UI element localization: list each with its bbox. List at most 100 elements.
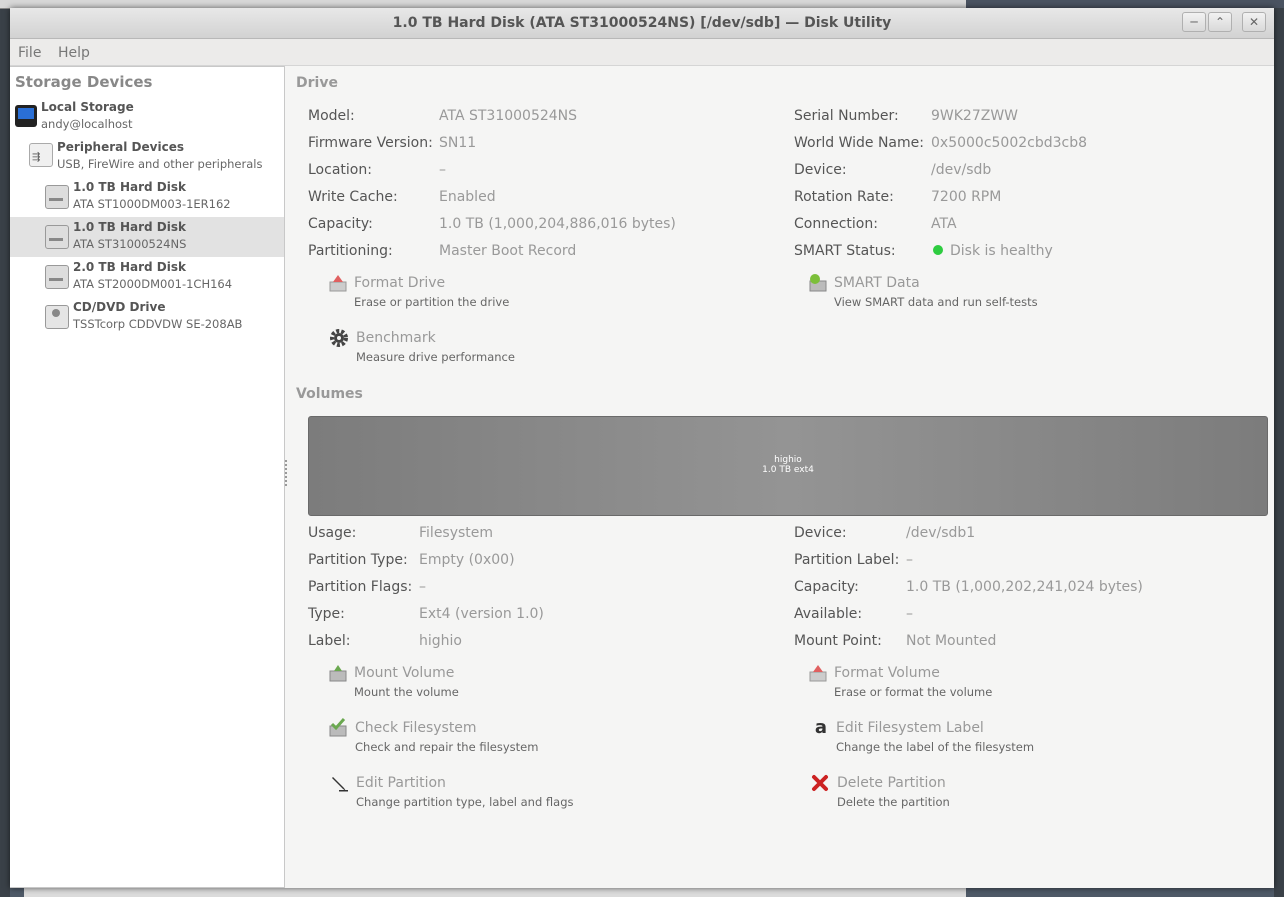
drive-rotation-value: 7200 RPM [931, 189, 1002, 205]
drive-model-label: Model: [308, 108, 355, 124]
volume-partition-bar[interactable]: highio 1.0 TB ext4 [308, 416, 1268, 516]
check-filesystem-desc: Check and repair the filesystem [355, 740, 539, 754]
hard-disk-icon [45, 185, 69, 209]
sidebar-item-sub: ATA ST2000DM001-1CH164 [73, 277, 233, 291]
volume-device-value: /dev/sdb1 [906, 525, 976, 541]
sidebar-item-peripheral-devices[interactable]: ⇶ Peripheral Devices USB, FireWire and o… [10, 137, 284, 177]
volume-bar-size: 1.0 TB ext4 [762, 465, 814, 475]
optical-drive-icon [45, 305, 69, 329]
drive-write-cache-value: Enabled [439, 189, 496, 205]
format-volume-icon [809, 665, 827, 682]
delete-partition-title: Delete Partition [837, 775, 946, 791]
format-volume-title: Format Volume [834, 665, 940, 681]
sidebar-item-disk-3[interactable]: 2.0 TB Hard Disk ATA ST2000DM001-1CH164 [10, 257, 284, 297]
sidebar-item-disk-1[interactable]: 1.0 TB Hard Disk ATA ST1000DM003-1ER162 [10, 177, 284, 217]
volume-mount-point-label: Mount Point: [794, 633, 882, 649]
volume-available-value: – [906, 606, 913, 622]
volume-label-value: highio [419, 633, 462, 649]
maximize-button[interactable]: ⌃ [1208, 12, 1232, 32]
volume-capacity-value: 1.0 TB (1,000,202,241,024 bytes) [906, 579, 1143, 595]
smart-data-icon [809, 274, 827, 292]
volume-partition-type-label: Partition Type: [308, 552, 408, 568]
drive-wwn-label: World Wide Name: [794, 135, 924, 151]
drive-connection-value: ATA [931, 216, 957, 232]
volume-label-label: Label: [308, 633, 351, 649]
volume-partition-flags-label: Partition Flags: [308, 579, 413, 595]
volume-partition-label-value: – [906, 552, 913, 568]
drive-partitioning-label: Partitioning: [308, 243, 393, 259]
mount-volume-title: Mount Volume [354, 665, 455, 681]
sidebar-item-disk-2[interactable]: 1.0 TB Hard Disk ATA ST31000524NS [10, 217, 284, 257]
usb-icon: ⇶ [29, 143, 53, 167]
volume-usage-value: Filesystem [419, 525, 494, 541]
drive-serial-value: 9WK27ZWW [931, 108, 1019, 124]
sidebar-item-sub: andy@localhost [41, 117, 133, 131]
menu-bar: File Help [10, 39, 1274, 66]
computer-icon [15, 105, 37, 127]
edit-filesystem-label-desc: Change the label of the filesystem [836, 740, 1035, 754]
sidebar-item-sub: ATA ST31000524NS [73, 237, 187, 251]
check-filesystem-title: Check Filesystem [355, 720, 477, 736]
drive-section-title: Drive [296, 75, 338, 91]
benchmark-desc: Measure drive performance [356, 350, 515, 364]
edit-filesystem-label-title: Edit Filesystem Label [836, 720, 984, 736]
drive-serial-label: Serial Number: [794, 108, 899, 124]
drive-device-label: Device: [794, 162, 847, 178]
edit-partition-desc: Change partition type, label and flags [356, 795, 574, 809]
menu-help[interactable]: Help [58, 45, 90, 61]
volume-partition-flags-value: – [419, 579, 426, 595]
sidebar-item-sub: ATA ST1000DM003-1ER162 [73, 197, 231, 211]
mount-volume-desc: Mount the volume [354, 685, 459, 699]
background-window-bottom [10, 888, 1274, 897]
smart-data-desc: View SMART data and run self-tests [834, 295, 1038, 309]
sidebar-item-sub: TSSTcorp CDDVDW SE-208AB [73, 317, 243, 331]
drive-smart-status-label: SMART Status: [794, 243, 896, 259]
drive-device-value: /dev/sdb [931, 162, 992, 178]
pane-resize-handle[interactable] [284, 458, 288, 488]
volume-available-label: Available: [794, 606, 863, 622]
minimize-button[interactable]: ─ [1182, 12, 1206, 32]
edit-partition-title: Edit Partition [356, 775, 446, 791]
volume-usage-label: Usage: [308, 525, 357, 541]
disk-utility-window: 1.0 TB Hard Disk (ATA ST31000524NS) [/de… [10, 8, 1274, 888]
volume-capacity-label: Capacity: [794, 579, 859, 595]
format-volume-desc: Erase or format the volume [834, 685, 993, 699]
drive-smart-status-value: Disk is healthy [950, 243, 1053, 259]
drive-location-value: – [439, 162, 446, 178]
healthy-status-icon [933, 245, 943, 255]
volume-type-label: Type: [308, 606, 345, 622]
volumes-section-title: Volumes [296, 386, 363, 402]
sidebar-title: Storage Devices [15, 73, 153, 91]
benchmark-title: Benchmark [356, 330, 436, 346]
drive-firmware-label: Firmware Version: [308, 135, 433, 151]
drive-wwn-value: 0x5000c5002cbd3cb8 [931, 135, 1088, 151]
close-button[interactable]: ✕ [1242, 12, 1266, 32]
volume-partition-type-value: Empty (0x00) [419, 552, 515, 568]
text-label-icon: a [814, 717, 828, 738]
menu-file[interactable]: File [18, 45, 41, 61]
storage-devices-sidebar: Storage Devices Local Storage andy@local… [10, 66, 285, 888]
drive-model-value: ATA ST31000524NS [439, 108, 578, 124]
pencil-icon [332, 777, 348, 792]
sidebar-item-cd-dvd-drive[interactable]: CD/DVD Drive TSSTcorp CDDVDW SE-208AB [10, 297, 284, 337]
mount-icon [329, 665, 347, 682]
volume-mount-point-value: Not Mounted [906, 633, 997, 649]
sidebar-item-name: Local Storage [41, 100, 134, 114]
delete-partition-desc: Delete the partition [837, 795, 950, 809]
sidebar-item-local-storage[interactable]: Local Storage andy@localhost [10, 97, 284, 137]
format-drive-icon [329, 275, 347, 292]
smart-data-title: SMART Data [834, 275, 920, 291]
format-drive-desc: Erase or partition the drive [354, 295, 510, 309]
drive-capacity-label: Capacity: [308, 216, 373, 232]
drive-write-cache-label: Write Cache: [308, 189, 398, 205]
drive-rotation-label: Rotation Rate: [794, 189, 894, 205]
sidebar-item-name: 1.0 TB Hard Disk [73, 180, 186, 194]
sidebar-item-name: 1.0 TB Hard Disk [73, 220, 186, 234]
volume-partition-label-label: Partition Label: [794, 552, 900, 568]
hard-disk-icon [45, 225, 69, 249]
drive-capacity-value: 1.0 TB (1,000,204,886,016 bytes) [439, 216, 676, 232]
sidebar-item-name: Peripheral Devices [57, 140, 184, 154]
title-bar[interactable]: 1.0 TB Hard Disk (ATA ST31000524NS) [/de… [10, 8, 1274, 39]
gear-icon [330, 329, 348, 347]
check-filesystem-icon [329, 718, 347, 737]
